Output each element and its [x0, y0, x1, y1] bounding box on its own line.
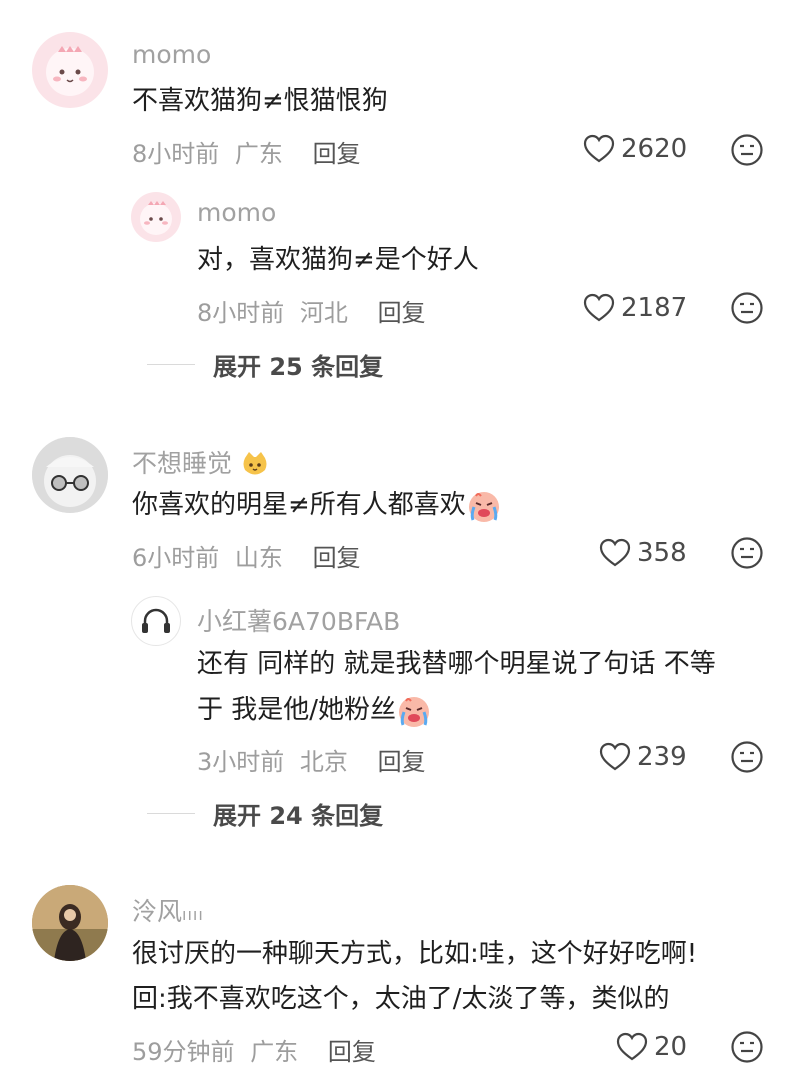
comment-location: 北京: [299, 748, 348, 776]
meh-face-icon: [731, 292, 763, 324]
like-count: 20: [654, 1032, 688, 1062]
like-button[interactable]: 239: [599, 742, 687, 772]
like-count: 2187: [621, 293, 688, 323]
divider: [147, 364, 195, 365]
avatar[interactable]: [131, 192, 181, 242]
reply-button[interactable]: 回复: [313, 544, 361, 572]
crying-face-emoji: [399, 696, 430, 727]
meh-face-icon: [731, 537, 763, 569]
username[interactable]: 泠风ıııı: [132, 892, 204, 928]
comment-text-line: 还有 同样的 就是我替哪个明星说了句话 不等: [197, 649, 716, 679]
dislike-button[interactable]: [730, 740, 764, 778]
expand-replies-label[interactable]: 展开 24 条回复: [213, 796, 383, 831]
comment-text-line: 回:我不喜欢吃这个，太油了/太淡了等，类似的: [132, 984, 670, 1014]
like-button[interactable]: 2187: [583, 293, 687, 323]
reply-button[interactable]: 回复: [378, 299, 426, 327]
comment-text: 不喜欢猫狗≠恨猫恨狗: [132, 86, 388, 116]
like-count: 239: [637, 742, 687, 772]
heart-icon: [599, 538, 631, 567]
comment-text: 对，喜欢猫狗≠是个好人: [197, 245, 479, 275]
dislike-button[interactable]: [730, 291, 764, 329]
avatar[interactable]: [32, 885, 108, 961]
avatar[interactable]: [131, 596, 181, 646]
heart-icon: [599, 742, 631, 771]
comment-text: 你喜欢的明星≠所有人都喜欢: [132, 482, 502, 528]
expand-replies-button[interactable]: 展开 25 条回复: [147, 347, 383, 382]
comment-location: 广东: [234, 140, 283, 168]
avatar[interactable]: [32, 437, 108, 513]
divider: [147, 813, 195, 814]
reply-button[interactable]: 回复: [328, 1038, 376, 1066]
username[interactable]: 小红薯6A70BFAB: [197, 602, 400, 638]
comment-location: 河北: [299, 299, 348, 327]
comment-meta: 6小时前 山东 回复: [132, 538, 361, 573]
like-count: 2620: [621, 134, 688, 164]
username[interactable]: momo: [197, 198, 276, 227]
comment-location: 广东: [250, 1038, 299, 1066]
comment-text-line: 很讨厌的一种聊天方式，比如:哇，这个好好吃啊!: [132, 939, 698, 969]
comment-text-line: 于 我是他/她粉丝: [197, 687, 432, 733]
meh-face-icon: [731, 1031, 763, 1063]
username-decoration: ıııı: [182, 905, 204, 924]
avatar[interactable]: [32, 32, 108, 108]
heart-icon: [583, 134, 615, 163]
dislike-button[interactable]: [730, 133, 764, 171]
like-button[interactable]: 20: [616, 1032, 687, 1062]
comment-time: 3小时前: [197, 748, 285, 776]
heart-icon: [616, 1032, 648, 1061]
comment-meta: 3小时前 北京 回复: [197, 742, 426, 777]
comment-time: 8小时前: [132, 140, 220, 168]
username[interactable]: momo: [132, 40, 211, 69]
headphones-icon: [142, 608, 170, 633]
comment-meta: 8小时前 河北 回复: [197, 293, 426, 328]
expand-replies-label[interactable]: 展开 25 条回复: [213, 347, 383, 382]
comment-time: 6小时前: [132, 544, 220, 572]
heart-icon: [583, 293, 615, 322]
comment-meta: 59分钟前 广东 回复: [132, 1032, 376, 1067]
like-button[interactable]: 358: [599, 538, 687, 568]
username[interactable]: 不想睡觉: [132, 444, 270, 480]
crying-face-emoji: [468, 491, 499, 522]
comment-time: 8小时前: [197, 299, 285, 327]
dislike-button[interactable]: [730, 1030, 764, 1068]
like-count: 358: [637, 538, 687, 568]
expand-replies-button[interactable]: 展开 24 条回复: [147, 796, 383, 831]
cat-face-emoji: [243, 452, 267, 475]
reply-button[interactable]: 回复: [313, 140, 361, 168]
meh-face-icon: [731, 741, 763, 773]
reply-button[interactable]: 回复: [378, 748, 426, 776]
meh-face-icon: [731, 134, 763, 166]
comment-meta: 8小时前 广东 回复: [132, 134, 361, 169]
dislike-button[interactable]: [730, 536, 764, 574]
comment-time: 59分钟前: [132, 1038, 235, 1066]
like-button[interactable]: 2620: [583, 134, 687, 164]
comment-location: 山东: [234, 544, 283, 572]
